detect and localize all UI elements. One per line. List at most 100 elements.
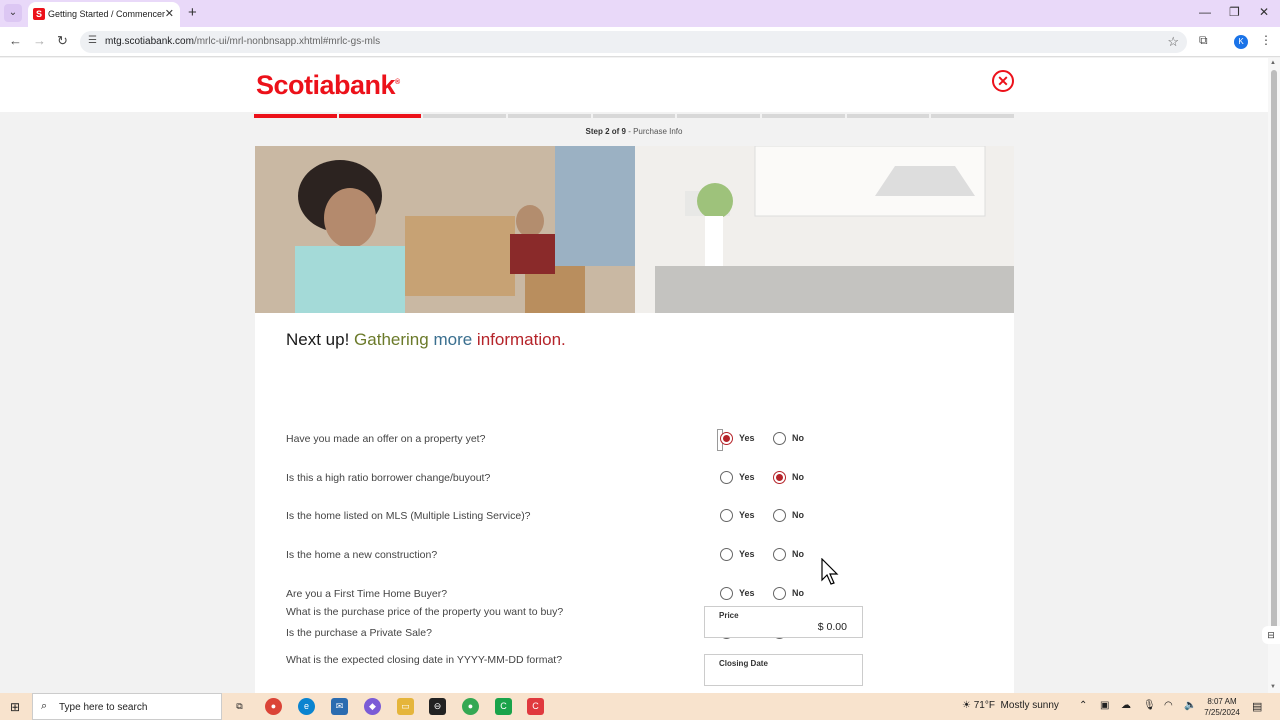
radio-label: Yes	[739, 472, 755, 482]
closing-date-input[interactable]: Closing Date	[704, 654, 863, 686]
progress-segment	[254, 114, 337, 118]
bookmark-star-icon[interactable]: ☆	[1167, 34, 1179, 50]
form-card: Next up! Gathering more information. Hav…	[255, 313, 1014, 693]
radio-circle-icon[interactable]	[720, 432, 733, 445]
radio-label: Yes	[739, 549, 755, 559]
price-value: $ 0.00	[817, 621, 847, 633]
progress-segment	[762, 114, 845, 118]
step-name: - Purchase Info	[625, 127, 683, 136]
taskbar-search-box[interactable]: ⌕ Type here to search	[32, 693, 222, 720]
form-title: Next up! Gathering more information.	[286, 330, 566, 350]
radio-circle-icon[interactable]	[720, 548, 733, 561]
radio-label: No	[792, 472, 804, 482]
scroll-thumb[interactable]	[1271, 70, 1277, 640]
radio-circle-icon[interactable]	[773, 548, 786, 561]
media-app-icon[interactable]: ⊖	[429, 698, 446, 715]
price-question: What is the purchase price of the proper…	[286, 606, 564, 618]
logo-registered-mark: ®	[395, 79, 400, 86]
close-application-icon[interactable]: ✕	[992, 70, 1014, 92]
url-host: mtg.scotiabank.com	[105, 36, 194, 47]
green-app-icon[interactable]: C	[495, 698, 512, 715]
price-input[interactable]: Price $ 0.00	[704, 606, 863, 638]
file-explorer-icon[interactable]: ▭	[397, 698, 414, 715]
browser-menu-icon[interactable]: ⋮	[1260, 33, 1272, 47]
minimize-icon[interactable]: —	[1199, 5, 1211, 19]
progress-segment	[508, 114, 591, 118]
radio-circle-icon[interactable]	[773, 432, 786, 445]
window-close-icon[interactable]: ✕	[1259, 5, 1269, 19]
radio-circle-icon[interactable]	[773, 471, 786, 484]
radio-circle-icon[interactable]	[720, 509, 733, 522]
progress-segment	[338, 114, 422, 118]
new-tab-plus-icon[interactable]: +	[188, 4, 197, 21]
extensions-puzzle-icon[interactable]: ⧉	[1199, 33, 1208, 48]
question-text: Is the home listed on MLS (Multiple List…	[286, 510, 531, 522]
radio-circle-icon[interactable]	[773, 509, 786, 522]
restore-icon[interactable]: ❐	[1229, 5, 1240, 19]
price-label: Price	[719, 611, 739, 620]
search-icon: ⌕	[41, 700, 48, 712]
microphone-icon[interactable]: 🎙	[1143, 700, 1156, 711]
chrome-icon[interactable]: ●	[265, 698, 282, 715]
browser-tab-strip: ⌄ S Getting Started / Commencer ✕ + — ❐ …	[0, 0, 1280, 27]
radio-circle-icon[interactable]	[773, 587, 786, 600]
progress-segment	[846, 114, 930, 118]
back-arrow-icon[interactable]: ←	[9, 33, 22, 48]
radio-label: No	[792, 549, 804, 559]
scroll-down-arrow-icon[interactable]: ▼	[1270, 684, 1276, 690]
taskbar-clock[interactable]: 8:07 AM 7/25/2024	[1200, 696, 1244, 718]
scroll-up-arrow-icon[interactable]: ▲	[1270, 60, 1276, 66]
tab-close-icon[interactable]: ✕	[165, 7, 174, 20]
windows-start-icon[interactable]: ⊞	[10, 700, 20, 714]
progress-segment	[677, 114, 760, 118]
clock-time: 8:07 AM	[1207, 697, 1237, 706]
mail-icon[interactable]: ✉	[331, 698, 348, 715]
radio-label: Yes	[739, 510, 755, 520]
notification-icon[interactable]: ▤	[1252, 700, 1262, 713]
progress-segment	[592, 114, 676, 118]
radio-label: No	[792, 510, 804, 520]
radio-circle-icon[interactable]	[720, 587, 733, 600]
tab-search-chevron-icon[interactable]: ⌄	[4, 4, 22, 22]
volume-icon[interactable]: 🔈	[1184, 700, 1196, 711]
url-text: mtg.scotiabank.com/mrlc-ui/mrl-nonbnsapp…	[105, 36, 380, 47]
radio-label: No	[792, 588, 804, 598]
mouse-cursor-icon	[821, 558, 839, 585]
address-bar[interactable]: ☰ mtg.scotiabank.com/mrlc-ui/mrl-nonbnsa…	[80, 31, 1187, 53]
radio-label: Yes	[739, 588, 755, 598]
chrome-profile-icon[interactable]: ●	[462, 698, 479, 715]
title-part-1: Next up!	[286, 330, 350, 349]
radio-label: Yes	[739, 433, 755, 443]
feedback-widget-icon[interactable]: ⊟	[1262, 626, 1280, 644]
question-text: Is the purchase a Private Sale?	[286, 627, 432, 639]
profile-avatar[interactable]: K	[1234, 35, 1248, 49]
scotiabank-logo[interactable]: Scotiabank®	[256, 70, 400, 101]
page-content: Scotiabank® ✕ Step 2 of 9 - Purchase Inf…	[0, 58, 1268, 693]
radio-circle-icon[interactable]	[720, 471, 733, 484]
logo-text: Scotiabank	[256, 70, 396, 100]
title-part-4: information.	[476, 330, 566, 349]
weather-widget[interactable]: ☀ 71°F Mostly sunny	[962, 700, 1059, 711]
browser-tab[interactable]: S Getting Started / Commencer ✕	[28, 2, 180, 27]
weather-sun-icon: ☀	[962, 700, 971, 711]
browser-toolbar: ← → ↻ ☰ mtg.scotiabank.com/mrlc-ui/mrl-n…	[0, 27, 1280, 57]
tray-app-icon[interactable]: ▣	[1100, 700, 1109, 711]
edge-icon[interactable]: e	[298, 698, 315, 715]
closing-date-question: What is the expected closing date in YYY…	[286, 654, 563, 666]
cloud-icon[interactable]: ☁	[1121, 700, 1131, 711]
tray-chevron-icon[interactable]: ⌃	[1079, 700, 1087, 711]
wifi-icon[interactable]: ◠	[1164, 700, 1173, 711]
forward-arrow-icon[interactable]: →	[33, 33, 46, 48]
site-info-icon[interactable]: ☰	[88, 35, 97, 46]
taskbar-search-placeholder: Type here to search	[59, 702, 148, 713]
url-path: /mrlc-ui/mrl-nonbnsapp.xhtml#mrlc-gs-mls	[193, 36, 381, 47]
site-header: Scotiabank® ✕	[0, 58, 1268, 112]
copilot-icon[interactable]: ◆	[364, 698, 381, 715]
page-scrollbar[interactable]: ▲ ▼	[1268, 58, 1280, 693]
title-part-2: Gathering	[354, 330, 429, 349]
reload-icon[interactable]: ↻	[57, 33, 68, 49]
windows-taskbar: ⊞ ⌕ Type here to search ⧉ ● e ✉ ◆ ▭ ⊖ ● …	[0, 693, 1280, 720]
step-number: Step 2 of 9	[585, 127, 626, 136]
task-view-icon[interactable]: ⧉	[231, 698, 248, 715]
red-app-icon[interactable]: C	[527, 698, 544, 715]
